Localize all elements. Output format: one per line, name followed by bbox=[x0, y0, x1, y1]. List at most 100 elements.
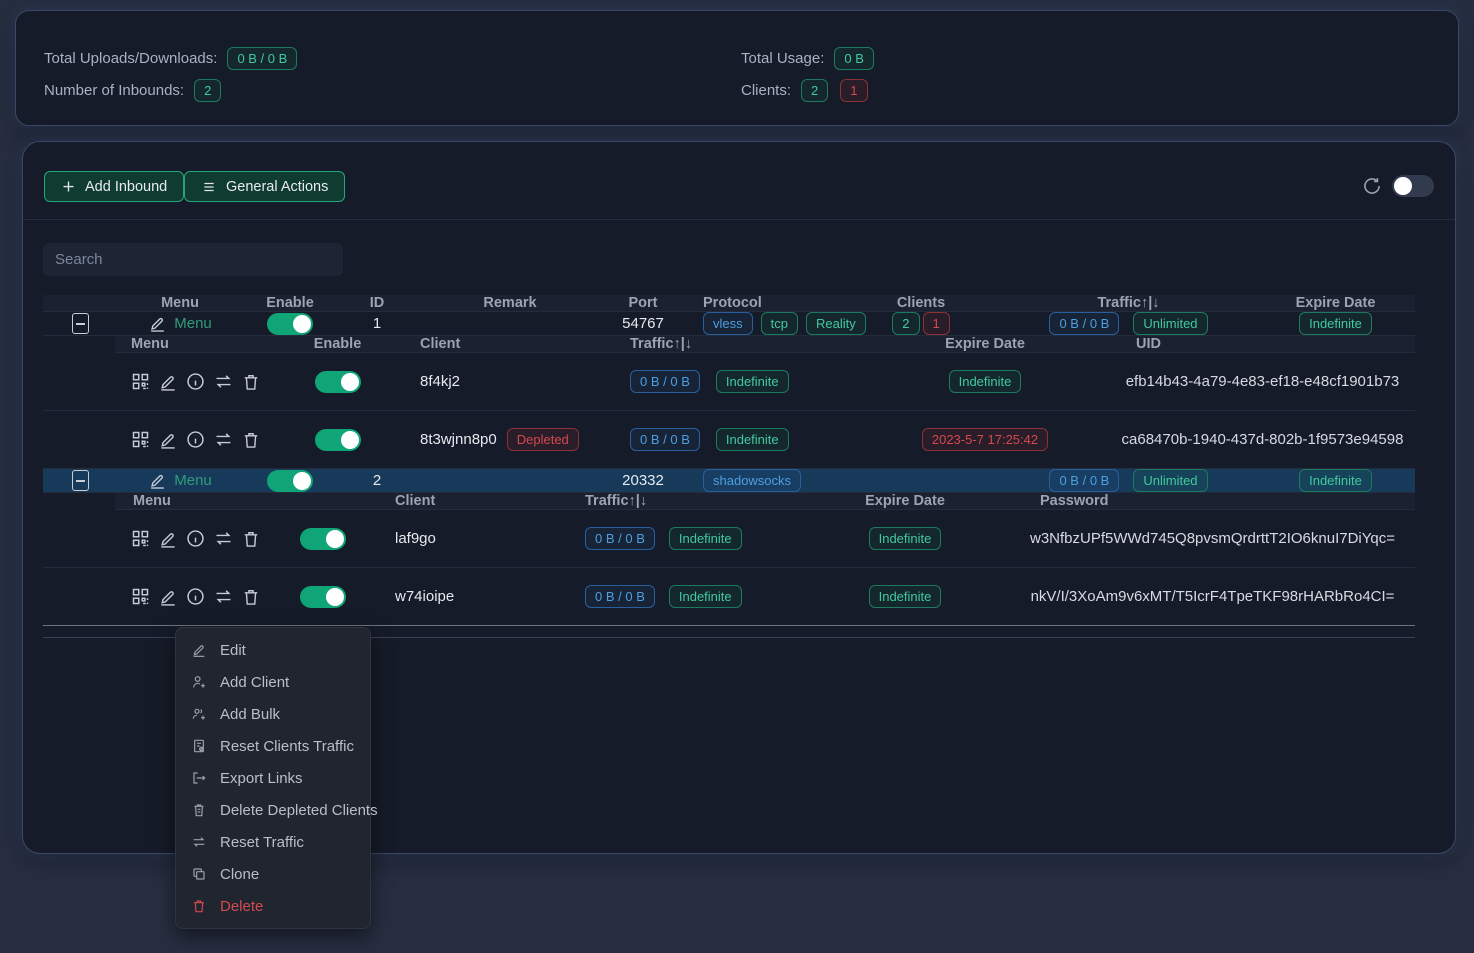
info-icon[interactable] bbox=[185, 586, 206, 607]
clients-active-badge: 2 bbox=[801, 79, 828, 102]
export-icon bbox=[191, 770, 207, 786]
client-enable-toggle[interactable] bbox=[300, 528, 346, 550]
col-enable: Enable bbox=[243, 295, 337, 311]
col-expire-date: Expire Date bbox=[800, 493, 1010, 509]
qrcode-icon[interactable] bbox=[130, 586, 151, 607]
menu-item-delete[interactable]: Delete bbox=[176, 890, 370, 922]
row-menu-label: Menu bbox=[174, 472, 212, 489]
clients-table-header-2: Menu Client Traffic↑|↓ Expire Date Passw… bbox=[115, 493, 1415, 510]
protocol-badge: shadowsocks bbox=[703, 469, 801, 492]
reset-traffic-icon[interactable] bbox=[213, 586, 234, 607]
menu-item-label: Add Client bbox=[220, 674, 289, 691]
collapse-row-button[interactable] bbox=[72, 470, 89, 491]
menu-item-add-client[interactable]: Add Client bbox=[176, 666, 370, 698]
menu-item-export-links[interactable]: Export Links bbox=[176, 762, 370, 794]
menu-item-label: Clone bbox=[220, 866, 259, 883]
edit-pencil-icon[interactable] bbox=[158, 529, 178, 549]
menu-item-label: Reset Clients Traffic bbox=[220, 738, 354, 755]
general-actions-button[interactable]: General Actions bbox=[184, 171, 345, 202]
edit-pencil-icon bbox=[191, 642, 207, 658]
inbound-enable-toggle[interactable] bbox=[267, 470, 313, 492]
delete-client-icon[interactable] bbox=[241, 529, 261, 549]
inbound-id: 1 bbox=[337, 315, 417, 332]
traffic-limit-badge: Unlimited bbox=[1133, 469, 1207, 492]
file-reset-icon bbox=[191, 738, 207, 754]
col-client: Client bbox=[365, 493, 540, 509]
menu-item-reset-clients-traffic[interactable]: Reset Clients Traffic bbox=[176, 730, 370, 762]
client-enable-toggle[interactable] bbox=[300, 586, 346, 608]
qrcode-icon[interactable] bbox=[130, 429, 151, 450]
reset-traffic-icon[interactable] bbox=[213, 371, 234, 392]
reset-traffic-icon[interactable] bbox=[213, 528, 234, 549]
search-input[interactable] bbox=[43, 243, 343, 276]
add-inbound-button[interactable]: Add Inbound bbox=[44, 171, 184, 202]
refresh-icon[interactable] bbox=[1362, 176, 1382, 196]
edit-pencil-icon bbox=[148, 314, 167, 333]
dark-mode-toggle[interactable] bbox=[1392, 175, 1434, 197]
traffic-limit-badge: Unlimited bbox=[1133, 312, 1207, 335]
expire-badge: Indefinite bbox=[1299, 312, 1372, 335]
stat-clients: Clients: 2 1 bbox=[741, 76, 868, 104]
row-menu-button[interactable]: Menu bbox=[148, 471, 212, 490]
menu-item-label: Reset Traffic bbox=[220, 834, 304, 851]
menu-item-reset-traffic[interactable]: Reset Traffic bbox=[176, 826, 370, 858]
inbound-row-1: Menu 1 54767 vless tcp Reality 2 1 0 B /… bbox=[43, 312, 1415, 336]
reset-traffic-icon[interactable] bbox=[213, 429, 234, 450]
stat-label: Total Uploads/Downloads: bbox=[44, 50, 217, 67]
menu-item-delete-depleted-clients[interactable]: Delete Depleted Clients bbox=[176, 794, 370, 826]
toggle-knob bbox=[341, 373, 359, 391]
collapse-row-button[interactable] bbox=[72, 313, 89, 334]
col-uid: UID bbox=[1110, 336, 1415, 352]
col-client: Client bbox=[390, 336, 575, 352]
info-icon[interactable] bbox=[185, 371, 206, 392]
toggle-knob bbox=[326, 530, 344, 548]
menu-item-edit[interactable]: Edit bbox=[176, 634, 370, 666]
client-password: w3NfbzUPf5WWd745Q8pvsmQrdrttT2IO6knuI7Di… bbox=[1010, 530, 1415, 547]
traffic-badge: 0 B / 0 B bbox=[585, 585, 655, 608]
client-enable-toggle[interactable] bbox=[315, 429, 361, 451]
client-enable-toggle[interactable] bbox=[315, 371, 361, 393]
delete-client-icon[interactable] bbox=[241, 430, 261, 450]
edit-pencil-icon[interactable] bbox=[158, 372, 178, 392]
inbound-enable-toggle[interactable] bbox=[267, 313, 313, 335]
protocol-badge: vless bbox=[703, 312, 753, 335]
menu-item-label: Delete bbox=[220, 898, 263, 915]
edit-pencil-icon[interactable] bbox=[158, 430, 178, 450]
delete-client-icon[interactable] bbox=[241, 587, 261, 607]
stat-number-of-inbounds: Number of Inbounds: 2 bbox=[44, 76, 221, 104]
traffic-badge: 0 B / 0 B bbox=[1049, 469, 1119, 492]
client-name: 8f4kj2 bbox=[390, 373, 575, 390]
col-enable: Enable bbox=[285, 336, 390, 352]
plus-icon bbox=[61, 179, 76, 194]
stat-value-badge: 0 B / 0 B bbox=[227, 47, 297, 70]
user-add-icon bbox=[191, 674, 207, 690]
qrcode-icon[interactable] bbox=[130, 371, 151, 392]
edit-pencil-icon bbox=[148, 471, 167, 490]
toggle-knob bbox=[326, 588, 344, 606]
col-menu: Menu bbox=[115, 493, 280, 509]
traffic-badge: 0 B / 0 B bbox=[630, 428, 700, 451]
row-menu-button[interactable]: Menu bbox=[148, 314, 212, 333]
expire-badge: Indefinite bbox=[869, 527, 942, 550]
network-badge: tcp bbox=[761, 312, 798, 335]
toggle-knob bbox=[293, 472, 311, 490]
edit-pencil-icon[interactable] bbox=[158, 587, 178, 607]
col-clients: Clients bbox=[841, 295, 1001, 311]
col-traffic: Traffic↑|↓ bbox=[1001, 295, 1256, 311]
traffic-badge: 0 B / 0 B bbox=[585, 527, 655, 550]
col-remark: Remark bbox=[417, 295, 603, 311]
delete-client-icon[interactable] bbox=[241, 372, 261, 392]
stat-label: Clients: bbox=[741, 82, 791, 99]
col-password: Password bbox=[1010, 493, 1415, 509]
qrcode-icon[interactable] bbox=[130, 528, 151, 549]
traffic-limit-badge: Indefinite bbox=[716, 428, 789, 451]
info-icon[interactable] bbox=[185, 528, 206, 549]
menu-item-add-bulk[interactable]: Add Bulk bbox=[176, 698, 370, 730]
stat-total-usage: Total Usage: 0 B bbox=[741, 44, 874, 72]
menu-item-label: Add Bulk bbox=[220, 706, 280, 723]
clients-depleted-badge: 1 bbox=[840, 79, 867, 102]
info-icon[interactable] bbox=[185, 429, 206, 450]
stats-card: Total Uploads/Downloads: 0 B / 0 B Numbe… bbox=[15, 10, 1459, 126]
traffic-badge: 0 B / 0 B bbox=[630, 370, 700, 393]
menu-item-clone[interactable]: Clone bbox=[176, 858, 370, 890]
